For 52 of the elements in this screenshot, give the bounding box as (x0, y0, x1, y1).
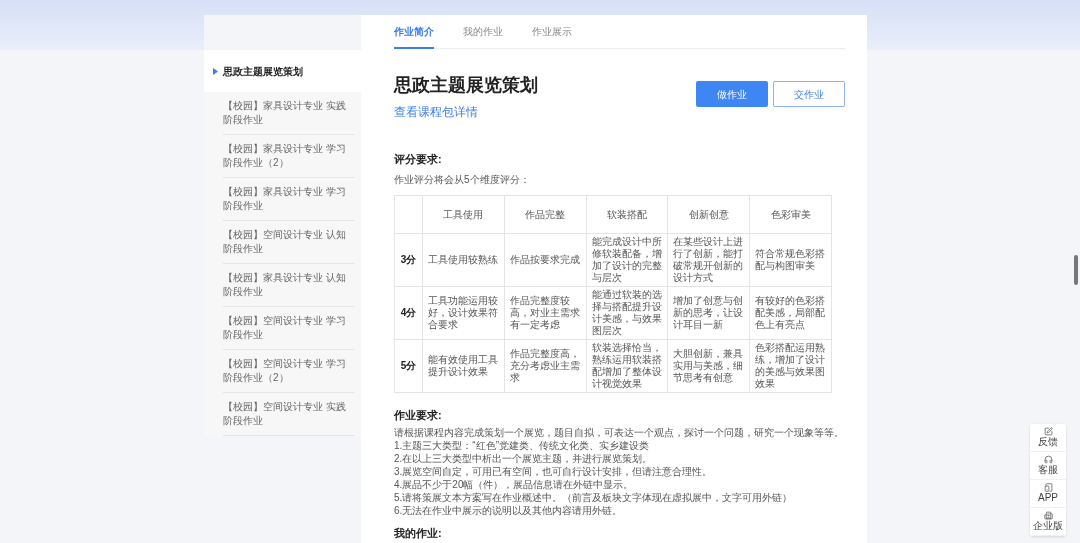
table-cell: 作品完整度较高，对业主需求有一定考虑 (504, 286, 587, 339)
tab[interactable]: 作业展示 (532, 15, 572, 49)
table-cell: 有较好的色彩搭配美感，局部配色上有亮点 (749, 286, 832, 339)
table-cell: 在某些设计上进行了创新，能打破常规开创新的设计方式 (667, 233, 750, 286)
page-title: 思政主题展览策划 (394, 74, 538, 97)
requirement-line: 1.主题三大类型：“红色”党建类、传统文化类、实乡建设类 (394, 439, 650, 452)
section-intro: 作业评分将会从5个维度评分： (394, 172, 531, 187)
requirement-line: 6.无法在作业中展示的说明以及其他内容请用外链。 (394, 504, 624, 517)
tab[interactable]: 我的作业 (463, 15, 503, 49)
score-cell: 4分 (394, 286, 423, 339)
column-header: 创新创意 (667, 195, 750, 233)
score-cell: 3分 (394, 233, 423, 286)
score-cell: 5分 (394, 339, 423, 392)
requirement-line: 5.请将策展文本方案写在作业概述中。（前言及板块文字体现在虚拟展中，文字可用外链） (394, 491, 794, 504)
table-cell: 作品按要求完成 (504, 233, 587, 286)
tablet-icon (1043, 483, 1053, 492)
table-cell: 作品完整度高，充分考虑业主需求 (504, 339, 587, 392)
course-link[interactable]: 查看课程包详情 (394, 103, 538, 121)
table-cell: 符合常规色彩搭配与构图审美 (749, 233, 832, 286)
section-heading: 评分要求: (394, 152, 443, 167)
section-heading: 作业要求: (394, 407, 443, 423)
float-button[interactable]: 客服 (1030, 452, 1066, 480)
tab[interactable]: 作业简介 (394, 15, 434, 49)
table-cell: 能有效使用工具提升设计效果 (422, 339, 505, 392)
caret-icon (213, 67, 218, 75)
requirement-line: 4.展品不少于20幅（件），展品信息请在外链中显示。 (394, 478, 635, 491)
column-header: 色彩审美 (749, 195, 832, 233)
table-cell: 能通过软装的选择与搭配提升设计美感，与效果图层次 (586, 286, 668, 339)
requirement-line: 请根据课程内容完成策划一个展览，题目自拟，可表达一个观点，探讨一个问题，研究一个现象等等。 (394, 426, 845, 439)
column-header: 软装搭配 (586, 195, 668, 233)
building-icon (1043, 511, 1053, 520)
table-cell: 增加了创意与创新的思考，让设计耳目一新 (667, 286, 750, 339)
float-button[interactable]: 反馈 (1030, 424, 1066, 452)
table-cell: 软装选择恰当，熟练运用软装搭配增加了整体设计视觉效果 (586, 339, 668, 392)
edit-icon (1043, 427, 1053, 436)
submit-homework-button[interactable]: 交作业 (773, 81, 845, 107)
table-cell: 工具使用较熟练 (422, 233, 505, 286)
requirement-line: 3.展览空间自定，可用已有空间，也可自行设计安排，但请注意合理性。 (394, 465, 714, 478)
do-homework-button[interactable]: 做作业 (696, 81, 768, 107)
section-heading: 我的作业: (394, 526, 443, 541)
sidebar-item[interactable]: 思政主题展览策划 (204, 50, 361, 92)
headphones-icon (1043, 455, 1053, 464)
column-header: 工具使用 (422, 195, 505, 233)
requirement-line: 2.在以上三大类型中析出一个展览主题，并进行展览策划。 (394, 452, 654, 465)
float-button[interactable]: 企业版 (1030, 508, 1066, 536)
table-cell: 色彩搭配运用熟练，增加了设计的美感与效果图效果 (749, 339, 832, 392)
table-cell: 能完成设计中所修软装配备，增加了设计的完整与层次 (586, 233, 668, 286)
table-cell: 大胆创新，兼具实用与美感，细节思考有创意 (667, 339, 750, 392)
column-header: 作品完整 (504, 195, 587, 233)
table-cell: 工具功能运用较好，设计效果符合要求 (422, 286, 505, 339)
float-button[interactable]: APP (1030, 480, 1066, 508)
scrollbar-thumb[interactable] (1074, 255, 1078, 285)
